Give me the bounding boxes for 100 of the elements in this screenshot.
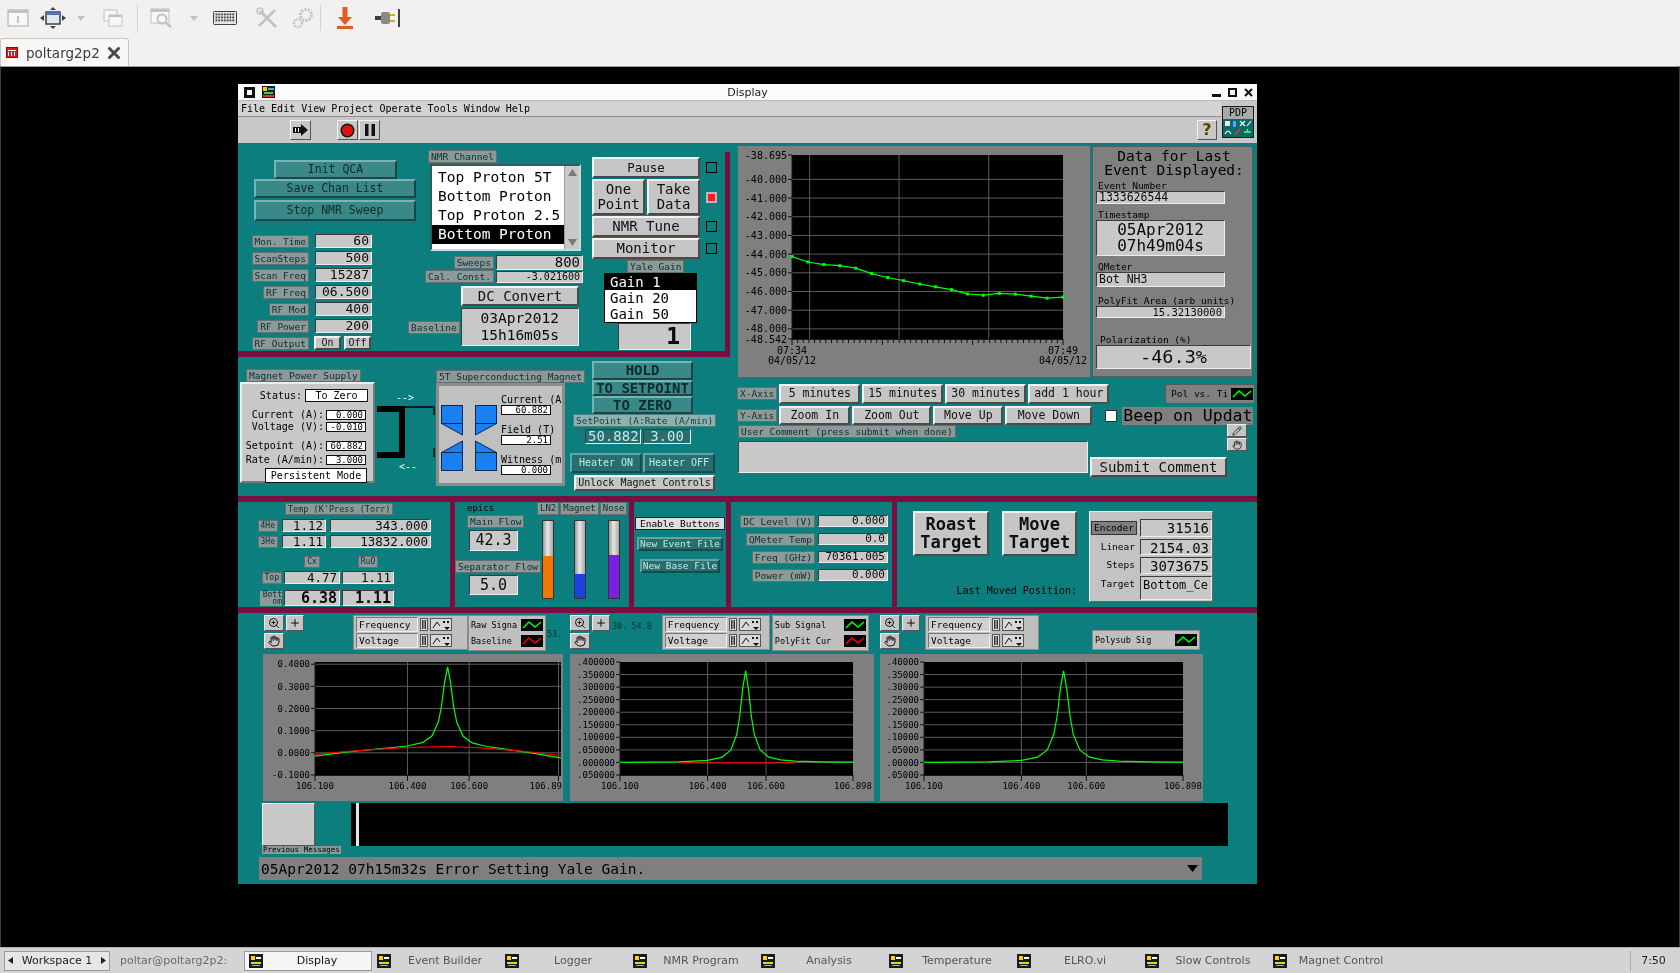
dc-convert-button[interactable]: DC Convert bbox=[461, 286, 579, 306]
close-icon[interactable] bbox=[107, 46, 120, 59]
qca-button[interactable]: Init QCA bbox=[274, 160, 397, 179]
plug-icon[interactable] bbox=[375, 9, 401, 27]
submit-comment-button[interactable]: Submit Comment bbox=[1090, 457, 1227, 477]
acquisition-button[interactable]: Monitor bbox=[592, 238, 700, 259]
scroll-up-icon[interactable] bbox=[567, 169, 577, 176]
cursor-tool-button[interactable] bbox=[286, 615, 304, 631]
target-button[interactable]: Move Target bbox=[1002, 511, 1077, 556]
acquisition-button[interactable]: One Point bbox=[592, 179, 645, 215]
hand-tool-button[interactable] bbox=[1227, 438, 1247, 451]
axis-lock-icon[interactable] bbox=[992, 618, 1000, 631]
taskbar-item[interactable]: Temperature bbox=[884, 950, 1012, 971]
taskbar-item[interactable]: Analysis bbox=[756, 950, 884, 971]
menu-item[interactable]: File bbox=[241, 101, 266, 116]
menu-item[interactable]: Operate bbox=[379, 101, 422, 116]
pause-button[interactable] bbox=[359, 120, 380, 140]
list-item[interactable]: Top Proton 2.5 bbox=[432, 206, 564, 225]
numeric-field[interactable]: 06.500 bbox=[315, 285, 372, 299]
menu-item[interactable]: Window bbox=[463, 101, 500, 116]
numeric-field[interactable]: 60 bbox=[315, 234, 372, 248]
magnet-command-button[interactable]: TO ZERO bbox=[592, 396, 693, 414]
abort-button[interactable] bbox=[337, 120, 358, 140]
axis-zoom-button[interactable]: Move Up bbox=[933, 406, 1004, 425]
time-range-button[interactable]: 30 minutes bbox=[945, 383, 1027, 404]
list-item[interactable]: Bottom Proton bbox=[432, 225, 564, 244]
magnet-command-button[interactable]: TO SETPOINT bbox=[592, 380, 693, 396]
cursor-tool-button[interactable] bbox=[902, 615, 920, 631]
scale-format-icon[interactable] bbox=[1002, 634, 1024, 647]
target-button[interactable]: Roast Target bbox=[913, 511, 989, 556]
scale-format-icon[interactable] bbox=[430, 618, 452, 631]
taskbar-item[interactable]: Magnet Control bbox=[1268, 950, 1396, 971]
list-item[interactable]: Gain 1 bbox=[605, 274, 696, 290]
list-item[interactable]: Top Proton 5T bbox=[432, 168, 564, 187]
axis-lock-icon[interactable] bbox=[992, 634, 1000, 647]
numeric-field[interactable]: 400 bbox=[315, 302, 372, 316]
menu-item[interactable]: Tools bbox=[427, 101, 458, 116]
beep-checkbox[interactable] bbox=[1105, 409, 1118, 422]
axis-lock-icon[interactable] bbox=[420, 618, 428, 631]
acquisition-button[interactable]: NMR Tune bbox=[592, 216, 700, 237]
workspace-switcher[interactable]: Workspace 1 bbox=[4, 950, 110, 971]
qca-button[interactable]: Stop NMR Sweep bbox=[254, 200, 416, 221]
time-range-button[interactable]: add 1 hour bbox=[1028, 383, 1110, 404]
axis-zoom-button[interactable]: Zoom In bbox=[779, 406, 851, 425]
axis-lock-icon[interactable] bbox=[420, 634, 428, 647]
taskbar-item[interactable]: ELRO.vi bbox=[1012, 950, 1140, 971]
scale-format-icon[interactable] bbox=[738, 618, 761, 631]
axis-zoom-button[interactable]: Move Down bbox=[1005, 406, 1093, 425]
scale-format-icon[interactable] bbox=[1002, 618, 1024, 631]
list-item[interactable]: Bottom Proton bbox=[432, 187, 564, 206]
pan-tool-button[interactable] bbox=[264, 633, 284, 649]
taskbar-item[interactable]: Display bbox=[244, 950, 372, 971]
scale-format-icon[interactable] bbox=[430, 634, 452, 647]
run-button[interactable] bbox=[290, 120, 311, 140]
pan-tool-button[interactable] bbox=[570, 633, 590, 649]
taskbar-item[interactable]: Event Builder bbox=[372, 950, 500, 971]
help-button[interactable]: ? bbox=[1197, 120, 1217, 140]
axis-lock-icon[interactable] bbox=[728, 618, 737, 631]
numeric-field[interactable]: 200 bbox=[315, 319, 372, 333]
time-range-button[interactable]: 15 minutes bbox=[862, 383, 944, 404]
zoom-tool-button[interactable] bbox=[264, 615, 284, 631]
menu-item[interactable]: Project bbox=[331, 101, 374, 116]
cursor-tool-button[interactable] bbox=[592, 615, 610, 631]
numeric-field[interactable]: 15287 bbox=[315, 268, 372, 282]
close-icon[interactable] bbox=[1244, 87, 1253, 97]
message-dropdown[interactable]: 05Apr2012 07h15m32s Error Setting Yale Gain. bbox=[259, 857, 1202, 880]
axis-lock-icon[interactable] bbox=[728, 634, 737, 647]
list-scrollbar[interactable] bbox=[564, 166, 579, 249]
numeric-field[interactable]: 800 bbox=[496, 255, 583, 270]
menu-item[interactable]: View bbox=[301, 101, 326, 116]
scale-format-icon[interactable] bbox=[738, 634, 761, 647]
qca-button[interactable]: Save Chan List bbox=[254, 179, 416, 198]
file-button[interactable]: Enable Buttons bbox=[635, 517, 725, 530]
axis-zoom-button[interactable]: Zoom Out bbox=[852, 406, 932, 425]
taskbar-item[interactable]: NMR Program bbox=[628, 950, 756, 971]
comment-field[interactable] bbox=[738, 441, 1088, 473]
tab[interactable]: poltarg2p2 bbox=[0, 38, 129, 66]
move-window-icon[interactable] bbox=[40, 7, 66, 29]
toggle-button[interactable]: Off bbox=[344, 336, 371, 350]
time-range-button[interactable]: 5 minutes bbox=[779, 383, 861, 404]
acquisition-button[interactable]: Pause bbox=[592, 157, 700, 178]
acquisition-button[interactable]: Take Data bbox=[647, 179, 700, 215]
window-menu-icon[interactable] bbox=[244, 86, 255, 98]
unlock-button[interactable]: Unlock Magnet Controls bbox=[574, 475, 715, 491]
magnet-command-button[interactable]: HOLD bbox=[592, 361, 693, 380]
taskbar-item[interactable]: Logger bbox=[500, 950, 628, 971]
zoom-tool-button[interactable] bbox=[570, 615, 590, 631]
taskbar-item[interactable]: Slow Controls bbox=[1140, 950, 1268, 971]
scroll-down-icon[interactable] bbox=[567, 239, 577, 246]
toggle-button[interactable]: On bbox=[314, 336, 341, 350]
palette-button[interactable]: PDP bbox=[1222, 106, 1254, 138]
pencil-tool-button[interactable] bbox=[1227, 424, 1247, 437]
zoom-tool-button[interactable] bbox=[880, 615, 900, 631]
keyboard-icon[interactable] bbox=[213, 11, 237, 25]
pan-tool-button[interactable] bbox=[880, 633, 900, 649]
numeric-field[interactable]: 500 bbox=[315, 251, 372, 265]
download-arrow-icon[interactable] bbox=[337, 7, 353, 29]
menu-item[interactable]: Edit bbox=[271, 101, 296, 116]
maximize-icon[interactable] bbox=[1228, 87, 1237, 97]
menu-item[interactable]: Help bbox=[505, 101, 530, 116]
